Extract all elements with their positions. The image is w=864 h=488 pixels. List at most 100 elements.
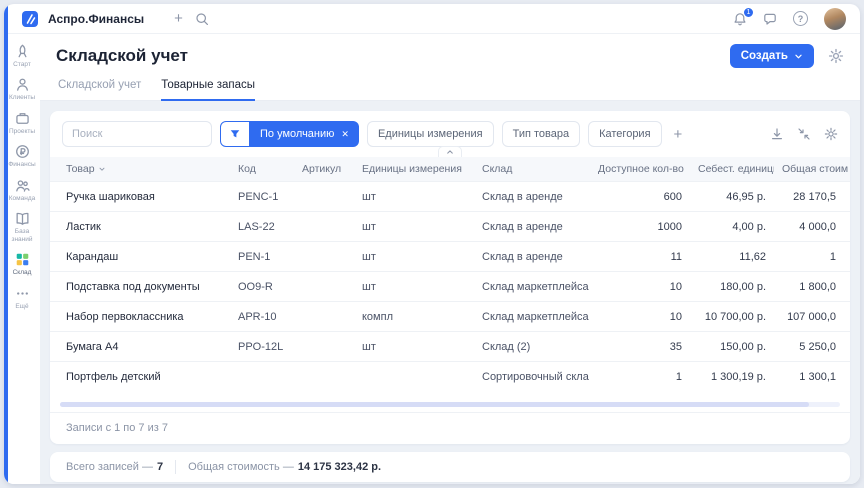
cell-unit: шт (354, 242, 474, 272)
cell-article (294, 212, 354, 242)
cell-unit-cost: 11,62 (690, 242, 774, 272)
help-button[interactable]: ? (793, 11, 808, 26)
cell-warehouse: Склад (2) (474, 332, 590, 362)
download-icon[interactable] (770, 127, 784, 141)
column-header-product[interactable]: Товар (50, 157, 230, 182)
default-filter-chip[interactable]: По умолчанию ✕ (250, 121, 359, 147)
app-body: Старт Клиенты Проекты Финансы Команда База зн… (4, 34, 860, 484)
logo-wave-icon (23, 12, 37, 26)
sidebar-item-finance[interactable]: Финансы (4, 144, 40, 168)
table-row[interactable]: КарандашPEN-1штСклад в аренде1111,621 (50, 242, 850, 272)
finance-icon (15, 144, 30, 159)
cell-unit-cost: 1 300,19 р. (690, 362, 774, 392)
column-header-qty[interactable]: Доступное кол-во (590, 157, 690, 182)
tab-goods-stock[interactable]: Товарные запасы (161, 79, 255, 101)
close-icon[interactable]: ✕ (341, 130, 349, 139)
column-header-unit-cost[interactable]: Себест. единицы (690, 157, 774, 182)
cell-code (230, 362, 294, 392)
filter-chip[interactable]: Категория (588, 121, 661, 147)
collapse-panel-button[interactable] (438, 146, 462, 157)
cell-unit: шт (354, 212, 474, 242)
cell-qty: 1000 (590, 212, 690, 242)
cell-qty: 600 (590, 182, 690, 212)
cell-product: Бумага А4 (50, 332, 230, 362)
sidebar-item-knowledge[interactable]: База знаний (4, 211, 40, 243)
table-toolbar-icons (770, 127, 838, 141)
table-row[interactable]: Набор первоклассникаAPR-10комплСклад мар… (50, 302, 850, 332)
cell-code: LAS-22 (230, 212, 294, 242)
column-header-code[interactable]: Код (230, 157, 294, 182)
cell-product: Ластик (50, 212, 230, 242)
cell-qty: 10 (590, 302, 690, 332)
table-row[interactable]: Бумага А4PPO-12LштСклад (2)35150,00 р.5 … (50, 332, 850, 362)
table-settings-gear-icon[interactable] (824, 127, 838, 141)
cell-qty: 35 (590, 332, 690, 362)
quick-add-button[interactable]: + (172, 11, 185, 26)
cell-unit: компл (354, 302, 474, 332)
cell-code: PEN-1 (230, 242, 294, 272)
column-header-warehouse[interactable]: Склад (474, 157, 590, 182)
collapse-columns-icon[interactable] (797, 127, 811, 141)
cell-unit-cost: 150,00 р. (690, 332, 774, 362)
accent-strip (4, 4, 8, 484)
app-name: Аспро.Финансы (48, 12, 144, 26)
filter-chip[interactable]: Единицы измерения (367, 121, 494, 147)
notifications-button[interactable]: 1 (733, 12, 747, 26)
inventory-table: ТоварКодАртикулЕдиницы измеренияСкладДос… (50, 157, 850, 392)
team-icon (15, 178, 30, 193)
table-row[interactable]: ЛастикLAS-22штСклад в аренде10004,00 р.4… (50, 212, 850, 242)
page-header: Складской учет Создать Складской учетТов… (40, 34, 860, 101)
table-row[interactable]: Подставка под документыOO9-RштСклад марк… (50, 272, 850, 302)
sidebar-item-label: База знаний (6, 228, 38, 243)
sidebar-item-label: Команда (9, 195, 35, 202)
header-actions: Создать (730, 44, 844, 68)
total-cost-label: Общая стоимость — (188, 461, 294, 473)
cell-article (294, 302, 354, 332)
cell-article (294, 242, 354, 272)
sidebar-item-warehouse[interactable]: Склад (4, 252, 40, 276)
cell-code: PENC-1 (230, 182, 294, 212)
sidebar-item-start[interactable]: Старт (4, 44, 40, 68)
page-settings-gear-icon[interactable] (828, 48, 844, 64)
sidebar-item-more[interactable]: Ещё (4, 286, 40, 310)
filter-chip[interactable]: Тип товара (502, 121, 581, 147)
cell-warehouse: Склад в аренде (474, 212, 590, 242)
column-header-unit[interactable]: Единицы измерения (354, 157, 474, 182)
sidebar-item-projects[interactable]: Проекты (4, 111, 40, 135)
cell-warehouse: Склад в аренде (474, 242, 590, 272)
notification-badge: 1 (743, 7, 754, 18)
column-header-total[interactable]: Общая стоим (774, 157, 850, 182)
horizontal-scrollbar[interactable] (60, 402, 809, 407)
filter-funnel-button[interactable] (220, 121, 250, 147)
summary-divider (175, 460, 176, 474)
cell-product: Подставка под документы (50, 272, 230, 302)
cell-article (294, 362, 354, 392)
filter-chips: Единицы измерения Тип товара Категория (367, 121, 662, 147)
column-header-article[interactable]: Артикул (294, 157, 354, 182)
cell-total: 107 000,0 (774, 302, 850, 332)
funnel-icon (229, 128, 241, 140)
add-filter-button[interactable]: + (672, 126, 685, 143)
sidebar-item-clients[interactable]: Клиенты (4, 77, 40, 101)
tab-warehouse-accounting[interactable]: Складской учет (58, 79, 141, 101)
cell-product: Набор первоклассника (50, 302, 230, 332)
create-button[interactable]: Создать (730, 44, 814, 68)
search-input[interactable] (62, 121, 212, 147)
chat-icon[interactable] (763, 12, 777, 26)
clients-icon (15, 77, 30, 92)
cell-product: Карандаш (50, 242, 230, 272)
table-row[interactable]: Портфель детскийСортировочный скла11 300… (50, 362, 850, 392)
cell-total: 1 300,1 (774, 362, 850, 392)
user-avatar[interactable] (824, 8, 846, 30)
sidebar-item-team[interactable]: Команда (4, 178, 40, 202)
cell-code: APR-10 (230, 302, 294, 332)
search-icon[interactable] (195, 12, 209, 26)
table-row[interactable]: Ручка шариковаяPENC-1штСклад в аренде600… (50, 182, 850, 212)
app-logo-icon[interactable] (22, 11, 38, 27)
total-cost-value: 14 175 323,42 р. (298, 461, 381, 473)
more-icon (15, 286, 30, 301)
cell-code: OO9-R (230, 272, 294, 302)
sidebar-item-label: Склад (13, 269, 32, 276)
cell-article (294, 272, 354, 302)
warehouse-icon (15, 252, 30, 267)
